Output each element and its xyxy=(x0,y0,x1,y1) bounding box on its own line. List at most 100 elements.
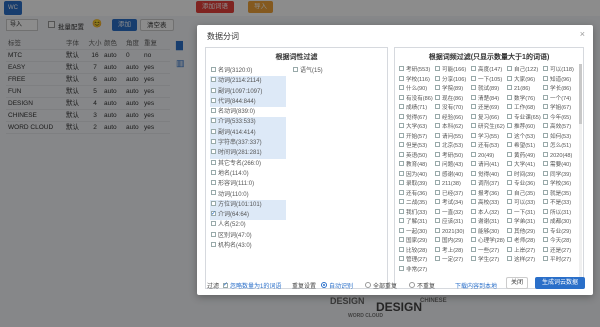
frequency-word-checkbox[interactable] xyxy=(399,151,404,157)
frequency-word-item[interactable]: 2021(30) xyxy=(435,227,471,238)
frequency-word-item[interactable]: 已经(37) xyxy=(435,189,471,200)
frequency-word-item[interactable]: 学弟(31) xyxy=(507,218,543,228)
pos-filter-item[interactable]: 名词(3120:0) xyxy=(210,66,286,76)
frequency-word-checkbox[interactable] xyxy=(399,104,404,110)
radio-all-button[interactable] xyxy=(365,282,371,289)
radio-auto-button[interactable] xyxy=(321,282,327,289)
frequency-word-item[interactable]: 感谢(40) xyxy=(435,170,471,181)
frequency-word-item[interactable]: 现在(86) xyxy=(435,94,471,105)
frequency-word-checkbox[interactable] xyxy=(507,246,512,252)
frequency-word-item[interactable]: 高效(57) xyxy=(543,123,579,133)
frequency-word-checkbox[interactable] xyxy=(471,246,476,252)
frequency-word-checkbox[interactable] xyxy=(543,75,548,81)
frequency-word-checkbox[interactable] xyxy=(507,113,512,119)
frequency-word-checkbox[interactable] xyxy=(543,246,548,252)
close-icon[interactable]: × xyxy=(580,29,585,39)
pos-filter-checkbox[interactable] xyxy=(211,200,216,206)
frequency-word-item[interactable]: 应该(31) xyxy=(435,218,471,228)
frequency-word-item[interactable]: 不是(33) xyxy=(543,199,579,209)
frequency-word-item[interactable]: 高校(33) xyxy=(471,199,507,209)
pos-filter-item[interactable]: 其它专名(266:0) xyxy=(210,159,286,169)
frequency-word-checkbox[interactable] xyxy=(471,227,476,233)
frequency-word-item[interactable]: 没有(70) xyxy=(435,104,471,114)
pos-filter-item[interactable]: 地名(114:0) xyxy=(210,169,286,179)
frequency-word-item[interactable]: 觉得(40) xyxy=(471,170,507,181)
frequency-word-item[interactable]: 觉得(67) xyxy=(399,113,435,124)
frequency-word-item[interactable]: 专业(36) xyxy=(507,180,543,190)
frequency-word-checkbox[interactable] xyxy=(543,85,548,91)
frequency-word-item[interactable]: 还有(36) xyxy=(399,189,435,200)
pos-filter-checkbox[interactable] xyxy=(211,97,216,103)
frequency-word-item[interactable]: 有没有(86) xyxy=(399,94,435,105)
frequency-word-item[interactable]: 学生(27) xyxy=(471,256,507,266)
frequency-word-item[interactable]: 因为(40) xyxy=(399,170,435,181)
frequency-word-item[interactable]: 录取(39) xyxy=(399,180,435,190)
pos-filter-item[interactable]: 形容词(111:0) xyxy=(210,179,286,189)
frequency-word-item[interactable]: 经验(66) xyxy=(435,113,471,124)
frequency-word-checkbox[interactable] xyxy=(507,208,512,214)
radio-none[interactable]: 不重复 xyxy=(409,281,435,290)
frequency-word-checkbox[interactable] xyxy=(399,237,404,243)
frequency-word-checkbox[interactable] xyxy=(507,66,512,72)
frequency-word-checkbox[interactable] xyxy=(507,94,512,100)
frequency-word-item[interactable]: 可以(118) xyxy=(543,66,579,76)
ignore-single-option[interactable]: 忽略数量为1的词语 xyxy=(223,281,281,290)
frequency-word-checkbox[interactable] xyxy=(399,170,404,176)
frequency-word-item[interactable]: 需要(40) xyxy=(543,161,579,171)
download-link[interactable]: 下载内容到本地 xyxy=(455,281,497,290)
frequency-word-checkbox[interactable] xyxy=(435,246,440,252)
frequency-word-item[interactable]: 怎么(51) xyxy=(543,142,579,152)
frequency-word-checkbox[interactable] xyxy=(543,218,548,224)
pos-filter-item[interactable]: 时间词(281:281) xyxy=(210,148,286,159)
frequency-word-item[interactable]: 上岸(27) xyxy=(507,246,543,257)
frequency-word-checkbox[interactable] xyxy=(471,237,476,243)
frequency-word-checkbox[interactable] xyxy=(399,85,404,91)
frequency-word-item[interactable]: 学校(116) xyxy=(399,75,435,86)
pos-filter-item[interactable]: 代词(844:844) xyxy=(210,96,286,108)
frequency-word-item[interactable]: 希望(51) xyxy=(507,142,543,152)
pos-filter-checkbox[interactable] xyxy=(211,190,216,196)
frequency-word-item[interactable]: 国家(29) xyxy=(399,237,435,247)
frequency-word-checkbox[interactable] xyxy=(399,218,404,224)
frequency-word-checkbox[interactable] xyxy=(543,132,548,138)
frequency-word-item[interactable]: 二战(35) xyxy=(399,199,435,209)
frequency-word-checkbox[interactable] xyxy=(543,189,548,195)
frequency-word-checkbox[interactable] xyxy=(543,66,548,72)
frequency-word-checkbox[interactable] xyxy=(435,94,440,100)
pos-filter-item[interactable]: 介词(64:64) xyxy=(210,209,286,221)
frequency-word-checkbox[interactable] xyxy=(399,75,404,81)
frequency-word-item[interactable]: 还是(27) xyxy=(543,246,579,257)
frequency-word-checkbox[interactable] xyxy=(543,94,548,100)
frequency-word-checkbox[interactable] xyxy=(507,142,512,148)
frequency-word-item[interactable]: 专业课(65) xyxy=(507,113,543,124)
frequency-word-checkbox[interactable] xyxy=(543,142,548,148)
frequency-word-checkbox[interactable] xyxy=(435,218,440,224)
pos-filter-item[interactable]: 副词(414:414) xyxy=(210,127,286,139)
frequency-word-checkbox[interactable] xyxy=(399,113,404,119)
pos-filter-checkbox[interactable] xyxy=(211,149,216,155)
frequency-word-checkbox[interactable] xyxy=(435,208,440,214)
frequency-word-checkbox[interactable] xyxy=(399,132,404,138)
frequency-word-item[interactable]: 本人(32) xyxy=(471,208,507,219)
radio-auto[interactable]: 自动识别 xyxy=(321,281,353,290)
frequency-word-checkbox[interactable] xyxy=(507,85,512,91)
frequency-word-checkbox[interactable] xyxy=(471,199,476,205)
frequency-word-checkbox[interactable] xyxy=(543,104,548,110)
frequency-word-checkbox[interactable] xyxy=(471,132,476,138)
frequency-word-item[interactable]: 一定(27) xyxy=(435,256,471,266)
frequency-word-item[interactable]: 英语(50) xyxy=(399,151,435,162)
frequency-word-item[interactable]: 谢谢(31) xyxy=(471,218,507,228)
frequency-word-item[interactable]: 就试(89) xyxy=(471,85,507,95)
pos-filter-checkbox[interactable] xyxy=(211,108,216,114)
frequency-word-item[interactable]: 老师(28) xyxy=(507,237,543,247)
pos-filter-item[interactable]: 语气(15) xyxy=(292,66,352,76)
frequency-word-checkbox[interactable] xyxy=(399,246,404,252)
frequency-word-item[interactable]: 数学(76) xyxy=(507,94,543,105)
frequency-word-item[interactable]: 一些(27) xyxy=(471,246,507,257)
frequency-word-item[interactable]: 请问(41) xyxy=(471,161,507,171)
pos-filter-checkbox[interactable] xyxy=(211,128,216,134)
pos-filter-checkbox[interactable] xyxy=(211,66,216,72)
frequency-word-checkbox[interactable] xyxy=(471,180,476,186)
close-button[interactable]: 关闭 xyxy=(506,277,528,289)
frequency-word-item[interactable]: 今年(65) xyxy=(543,113,579,124)
